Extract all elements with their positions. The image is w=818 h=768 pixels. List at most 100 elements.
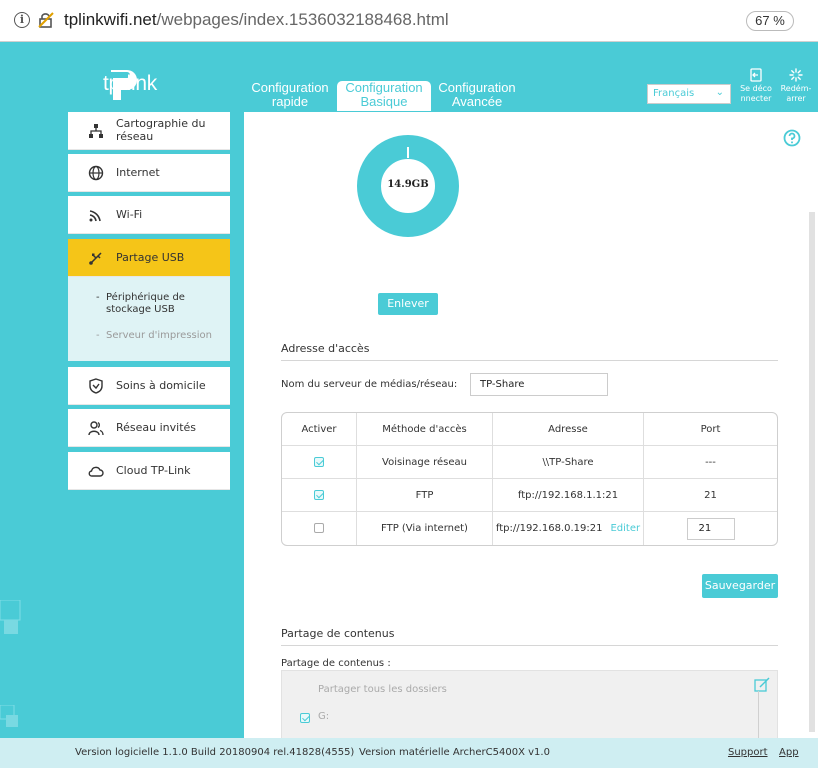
enable-checkbox[interactable] <box>314 489 324 500</box>
enable-checkbox[interactable] <box>314 523 324 533</box>
tab-label: Configuration <box>345 80 423 95</box>
storage-capacity: 14.9GB <box>387 179 429 190</box>
enable-cell <box>282 512 357 545</box>
footer: Version logicielle 1.1.0 Build 20180904 … <box>0 738 818 768</box>
column-header: Adresse <box>493 413 644 446</box>
server-name-label: Nom du serveur de médias/réseau: <box>281 379 458 390</box>
software-version: Version logicielle 1.1.0 Build 20180904 … <box>75 747 355 758</box>
sidebar-item-tp-link-cloud[interactable]: Cloud TP-Link <box>68 452 230 490</box>
app-link[interactable]: App <box>779 747 799 758</box>
sidebar-item-home-care[interactable]: Soins à domicile <box>68 367 230 405</box>
guests-icon <box>88 421 104 436</box>
reboot-button[interactable]: Redém- arrer <box>777 68 815 104</box>
address-cell: ftp://192.168.1.1:21 <box>493 479 644 512</box>
storage-usage-chart: 14.9GB <box>356 132 460 240</box>
decorative-pattern <box>0 705 18 727</box>
language-value: Français <box>653 88 695 99</box>
submenu-item-usb-storage[interactable]: - Périphérique de stockage USB <box>96 292 185 316</box>
usb-submenu: - Périphérique de stockage USB - Serveur… <box>68 277 230 361</box>
network-map-icon <box>89 124 103 138</box>
support-link[interactable]: Support <box>728 747 768 758</box>
submenu-item-label: Serveur d'impression <box>106 330 212 341</box>
box-scrollbar[interactable] <box>758 691 759 738</box>
url-path: /webpages/index.1536032188468.html <box>156 10 449 29</box>
table-row: FTP ftp://192.168.1.1:21 21 <box>282 479 777 512</box>
folder-checkbox[interactable] <box>300 713 310 723</box>
access-section-title: Adresse d'accès <box>281 342 370 355</box>
edit-link[interactable]: Editer <box>610 523 640 534</box>
reboot-label: arrer <box>786 94 806 103</box>
language-select[interactable]: Français ⌄ <box>647 84 731 104</box>
access-methods-table: Activer Méthode d'accès Adresse Port Voi… <box>281 412 778 546</box>
content-sharing-label: Partage de contenus : <box>281 658 391 669</box>
sidebar-item-label: Internet <box>116 166 160 179</box>
column-header: Activer <box>282 413 357 446</box>
address-cell: \\TP-Share <box>493 446 644 479</box>
tab-configuration-avancee[interactable]: Configuration Avancée <box>430 81 524 111</box>
url-host: tplinkwifi.net <box>64 10 157 29</box>
port-input[interactable]: 21 <box>686 517 735 540</box>
zoom-indicator[interactable]: 67 % <box>746 11 794 31</box>
table-header-row: Activer Méthode d'accès Adresse Port <box>282 413 777 446</box>
submenu-bullet: - <box>96 330 100 341</box>
hardware-version: Version matérielle ArcherC5400X v1.0 <box>359 747 550 758</box>
sidebar-item-wifi[interactable]: Wi-Fi <box>68 196 230 234</box>
not-secure-icon[interactable] <box>37 11 55 29</box>
column-header: Port <box>644 413 777 446</box>
share-all-label: Partager tous les dossiers <box>318 684 447 695</box>
submenu-item-print-server[interactable]: - Serveur d'impression <box>96 330 212 342</box>
shared-folders-box: Partager tous les dossiers G: <box>281 670 778 738</box>
chevron-down-icon: ⌄ <box>715 87 724 98</box>
divider <box>281 360 778 361</box>
reboot-icon <box>789 68 803 82</box>
main-panel: 14.9GB Enlever Adresse d'accès Nom du se… <box>244 112 818 738</box>
submenu-bullet: - <box>96 292 100 303</box>
edit-icon[interactable] <box>754 677 772 693</box>
info-icon[interactable]: i <box>14 12 30 28</box>
tab-configuration-rapide[interactable]: Configuration rapide <box>243 81 337 111</box>
sidebar-item-label: réseau <box>116 130 154 143</box>
sidebar-item-label: Wi-Fi <box>116 208 143 221</box>
enable-checkbox[interactable] <box>314 456 324 467</box>
table-row: Voisinage réseau \\TP-Share --- <box>282 446 777 479</box>
tab-label: Configuration <box>438 80 516 95</box>
column-header: Méthode d'accès <box>357 413 493 446</box>
submenu-item-label: stockage USB <box>106 304 175 315</box>
port-cell: 21 <box>644 479 777 512</box>
sidebar-item-network-map[interactable]: Cartographie du réseau <box>68 112 230 150</box>
address-cell: ftp://192.168.0.19:21 Editer <box>493 512 644 545</box>
sidebar-item-label: Soins à domicile <box>116 379 206 392</box>
globe-icon <box>88 165 104 181</box>
usb-icon <box>89 252 102 265</box>
sidebar-item-guest-network[interactable]: Réseau invités <box>68 409 230 447</box>
scrollbar[interactable] <box>809 212 815 732</box>
logout-button[interactable]: Se déco nnecter <box>737 68 775 104</box>
server-name-input[interactable]: TP-Share <box>470 373 608 396</box>
url-text[interactable]: tplinkwifi.net/webpages/index.1536032188… <box>64 10 449 30</box>
help-icon[interactable] <box>783 129 801 147</box>
tab-configuration-basique[interactable]: Configuration Basique <box>337 81 431 111</box>
tab-label: Avancée <box>451 94 503 109</box>
brand-name: tp-link <box>103 72 157 95</box>
save-button[interactable]: Sauvegarder <box>702 574 778 598</box>
sidebar-item-label: Réseau invités <box>116 421 197 434</box>
enable-cell <box>282 446 357 479</box>
method-cell: FTP <box>357 479 493 512</box>
divider <box>281 645 778 646</box>
wifi-icon <box>89 210 101 222</box>
sidebar-item-usb-sharing[interactable]: Partage USB <box>68 239 230 277</box>
sidebar-item-internet[interactable]: Internet <box>68 154 230 192</box>
tab-label: rapide <box>271 94 309 109</box>
reboot-label: Redém- <box>780 84 812 93</box>
port-cell: --- <box>644 446 777 479</box>
remove-button[interactable]: Enlever <box>378 293 438 315</box>
cloud-icon <box>88 466 104 477</box>
method-cell: Voisinage réseau <box>357 446 493 479</box>
sidebar-item-label: Cartographie du <box>116 117 206 130</box>
sidebar-item-label: Cloud TP-Link <box>116 464 191 477</box>
decorative-pattern <box>0 600 21 634</box>
sidebar-item-label: Partage USB <box>116 251 185 264</box>
logout-icon <box>750 68 762 82</box>
method-cell: FTP (Via internet) <box>357 512 493 545</box>
address-text: ftp://192.168.0.19:21 <box>495 523 603 534</box>
